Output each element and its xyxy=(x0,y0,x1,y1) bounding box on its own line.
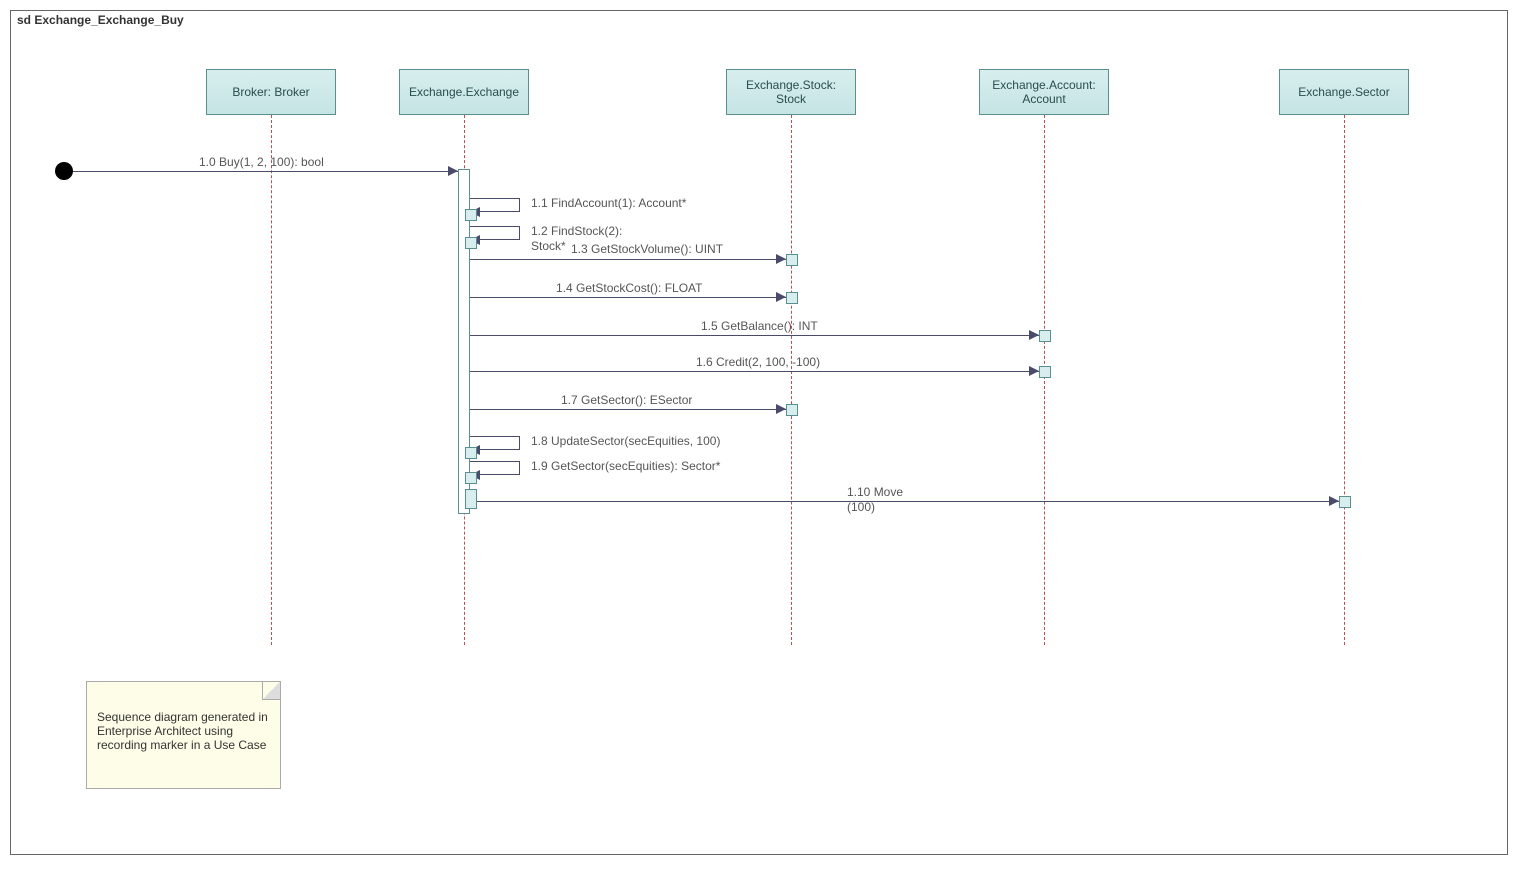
lifeline-sector-line xyxy=(1344,115,1345,645)
lifeline-broker[interactable]: Broker: Broker xyxy=(206,69,336,115)
exec-1-2 xyxy=(465,237,477,249)
message-1-3 xyxy=(470,259,786,260)
message-1-7 xyxy=(470,409,786,410)
exec-1-10 xyxy=(1339,496,1351,508)
label-1-2a: 1.2 FindStock(2): xyxy=(531,224,622,238)
frame-title: sd Exchange_Exchange_Buy xyxy=(17,13,184,27)
exec-1-1 xyxy=(465,209,477,221)
exec-1-10-src xyxy=(465,489,477,509)
label-1-10b: (100) xyxy=(847,500,875,514)
note-fold-icon xyxy=(262,682,280,700)
lifeline-exchange-label: Exchange.Exchange xyxy=(409,85,519,99)
label-1-7: 1.7 GetSector(): ESector xyxy=(561,393,692,407)
exec-1-5 xyxy=(1039,330,1051,342)
message-1-5 xyxy=(470,335,1039,336)
lifeline-account-line xyxy=(1044,115,1045,645)
arrow-1-6 xyxy=(1029,366,1039,376)
label-1-6: 1.6 Credit(2, 100, -100) xyxy=(696,355,820,369)
label-1-0: 1.0 Buy(1, 2, 100): bool xyxy=(199,155,324,169)
message-1-10 xyxy=(477,501,1339,502)
exec-1-9 xyxy=(465,472,477,484)
arrow-1-10 xyxy=(1329,496,1339,506)
label-1-2b: Stock* xyxy=(531,239,566,253)
start-node-icon xyxy=(55,162,73,180)
exec-1-7 xyxy=(786,404,798,416)
label-1-9: 1.9 GetSector(secEquities): Sector* xyxy=(531,459,720,473)
label-1-10a: 1.10 Move xyxy=(847,485,903,499)
lifeline-broker-line xyxy=(271,115,272,645)
arrow-1-5 xyxy=(1029,330,1039,340)
exec-1-4 xyxy=(786,292,798,304)
exec-1-8 xyxy=(465,447,477,459)
diagram-note: Sequence diagram generated in Enterprise… xyxy=(86,681,281,789)
message-1-0 xyxy=(73,171,458,172)
message-1-4 xyxy=(470,297,786,298)
lifeline-stock-label: Exchange.Stock: Stock xyxy=(731,78,851,106)
lifeline-sector-label: Exchange.Sector xyxy=(1298,85,1389,99)
arrow-1-7 xyxy=(776,404,786,414)
frame-title-tab: sd Exchange_Exchange_Buy xyxy=(10,10,205,32)
label-1-8: 1.8 UpdateSector(secEquities, 100) xyxy=(531,434,720,448)
lifeline-broker-label: Broker: Broker xyxy=(232,85,309,99)
label-1-3: 1.3 GetStockVolume(): UINT xyxy=(571,242,723,256)
sequence-diagram-frame: sd Exchange_Exchange_Buy Broker: Broker … xyxy=(10,10,1508,855)
exec-1-6 xyxy=(1039,366,1051,378)
arrow-1-4 xyxy=(776,292,786,302)
message-1-6 xyxy=(470,371,1039,372)
label-1-5: 1.5 GetBalance(): INT xyxy=(701,319,818,333)
lifeline-exchange[interactable]: Exchange.Exchange xyxy=(399,69,529,115)
lifeline-account-label: Exchange.Account: Account xyxy=(984,78,1104,106)
lifeline-stock-line xyxy=(791,115,792,645)
lifeline-sector[interactable]: Exchange.Sector xyxy=(1279,69,1409,115)
lifeline-account[interactable]: Exchange.Account: Account xyxy=(979,69,1109,115)
label-1-4: 1.4 GetStockCost(): FLOAT xyxy=(556,281,702,295)
label-1-1: 1.1 FindAccount(1): Account* xyxy=(531,196,686,210)
exec-1-3 xyxy=(786,254,798,266)
arrow-1-0 xyxy=(448,166,458,176)
note-text: Sequence diagram generated in Enterprise… xyxy=(97,710,268,752)
arrow-1-3 xyxy=(776,254,786,264)
lifeline-stock[interactable]: Exchange.Stock: Stock xyxy=(726,69,856,115)
